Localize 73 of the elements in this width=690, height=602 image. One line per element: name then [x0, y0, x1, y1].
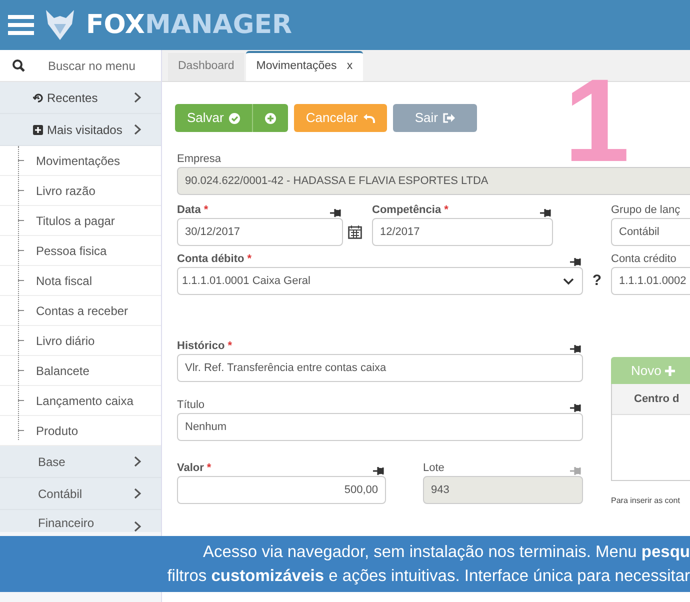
menu-item[interactable]: Produto	[36, 422, 78, 440]
menu-group[interactable]: Base	[0, 446, 161, 478]
field-label: Histórico *	[177, 338, 232, 354]
field-label: Título	[177, 398, 205, 412]
caret-icon	[563, 278, 574, 284]
field-label: Competência *	[372, 202, 448, 218]
field-label: Valor *	[177, 460, 212, 476]
account-dropdown[interactable]: 1.1.1.01.0001 Caixa Geral	[177, 267, 583, 295]
chevron-icon	[134, 124, 141, 135]
menu-item[interactable]: Lançamento caixa	[36, 392, 134, 410]
field-label: Empresa	[177, 152, 222, 166]
field-label: Grupo de lanç	[611, 202, 680, 218]
input-field[interactable]: Nenhum	[177, 413, 583, 441]
caption-text: filtros customizáveis e ações intuitivas. Interface única para necessitar	[167, 566, 690, 587]
menu-group-label: Mais visitados	[47, 122, 122, 138]
menu-item[interactable]: Pessoa fisica	[36, 242, 107, 260]
menu-item[interactable]: Nota fiscal	[36, 272, 92, 290]
pin-icon[interactable]	[372, 466, 386, 476]
menu-item[interactable]: Balancete	[36, 362, 90, 380]
menu-group-label: Contábil	[38, 486, 84, 502]
logo-text: FOXMANAGER	[86, 12, 292, 38]
field-label: Conta débito *	[177, 252, 252, 266]
column-header: Centro d	[634, 392, 680, 407]
chevron-icon	[134, 488, 141, 499]
input-field[interactable]: 30/12/2017	[177, 218, 343, 246]
plus-square-icon	[33, 124, 43, 134]
pin-icon[interactable]	[329, 208, 343, 218]
plus-icon	[665, 366, 676, 376]
pin-icon[interactable]	[539, 208, 553, 218]
menu-group[interactable]: Mais visitados	[0, 114, 161, 146]
add-button[interactable]	[252, 104, 288, 132]
input-field[interactable]: 90.024.622/0001-42 - HADASSA E FLAVIA ESPORTES LTDA	[177, 167, 690, 195]
chevron-icon	[134, 92, 141, 103]
field-label: Data *	[177, 202, 208, 218]
menu-group[interactable]: Financeiro	[0, 510, 161, 532]
chevron-icon	[134, 521, 141, 532]
input-field[interactable]: 500,00	[177, 476, 386, 504]
pin-icon[interactable]	[569, 257, 583, 267]
check-circle-icon	[228, 112, 240, 124]
menu-icon[interactable]	[8, 15, 34, 35]
plus-circle-icon	[264, 112, 276, 124]
caption-text: Acesso via navegador, sem instalação nos terminais. Menu pesqu	[203, 542, 690, 563]
menu-group[interactable]: Recentes	[0, 82, 161, 114]
pin-icon[interactable]	[569, 344, 583, 354]
input-field[interactable]: 943	[423, 476, 583, 504]
menu-item[interactable]: Titulos a pagar	[36, 212, 115, 230]
menu-item[interactable]: Livro diário	[36, 332, 95, 350]
menu-group[interactable]: Contábil	[0, 478, 161, 510]
exit-icon	[443, 113, 456, 123]
input-field[interactable]: 12/2017	[372, 218, 553, 246]
chevron-icon	[134, 456, 141, 467]
field-label: Lote	[423, 460, 444, 476]
input-field[interactable]: 1.1.1.01.0002	[611, 267, 690, 295]
close-icon[interactable]: x	[346, 58, 353, 76]
menu-group-label: Financeiro	[38, 515, 96, 532]
search-icon	[12, 59, 25, 72]
tab[interactable]: Dashboard	[168, 53, 244, 81]
menu-item[interactable]: Movimentações	[36, 152, 120, 170]
search-field[interactable]: Buscar no menu	[0, 50, 161, 81]
input-field[interactable]: Contábil	[611, 218, 690, 246]
calendar-icon[interactable]	[348, 225, 362, 239]
menu-group-label: Recentes	[47, 90, 98, 106]
menu-group-label: Base	[38, 454, 66, 470]
menu-item[interactable]: Livro razão	[36, 182, 96, 200]
menu-item[interactable]: Contas a receber	[36, 302, 128, 320]
help-icon[interactable]: ?	[592, 270, 602, 292]
undo-arrow-icon	[362, 113, 375, 123]
history-icon	[33, 92, 43, 102]
tab[interactable]: Movimentações x	[246, 51, 363, 81]
field-label: Conta crédito	[611, 252, 676, 266]
pin-icon[interactable]	[569, 403, 583, 413]
input-field[interactable]: Vlr. Ref. Transferência entre contas caixa	[177, 354, 583, 382]
hint-text: Para inserir as cont	[611, 495, 681, 507]
